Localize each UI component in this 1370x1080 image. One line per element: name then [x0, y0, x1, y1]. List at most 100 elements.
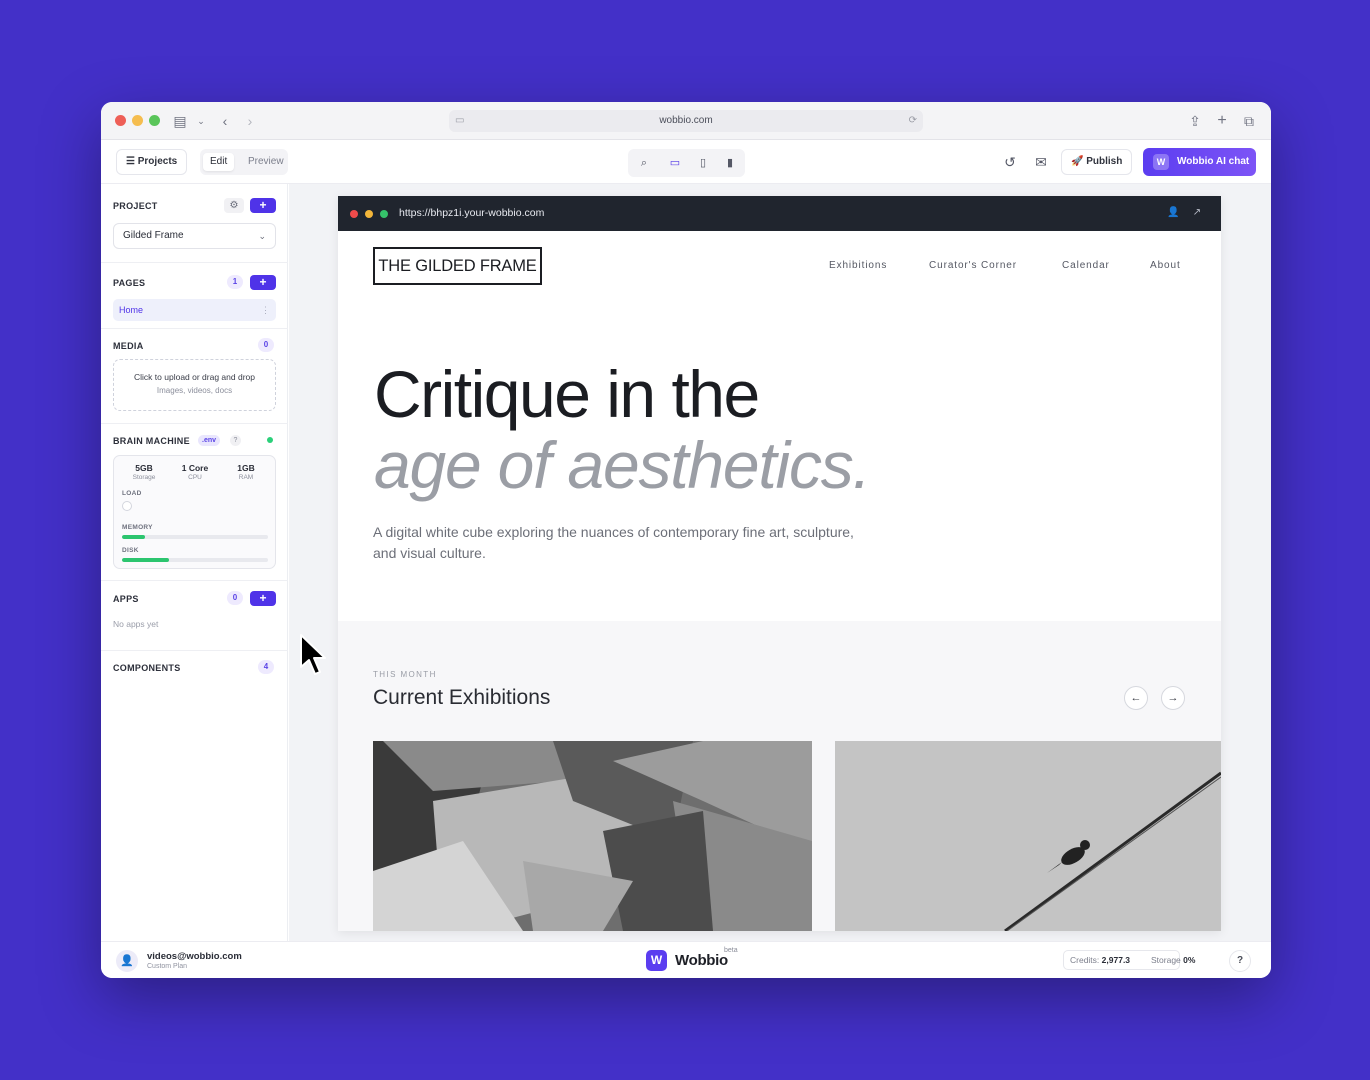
- preview-url[interactable]: https://bhpz1i.your-wobbio.com: [399, 196, 544, 231]
- device-switcher: ⌕ ▭ ▯ ▮: [628, 149, 745, 177]
- hero-subtitle: A digital white cube exploring the nuanc…: [373, 524, 854, 561]
- nav-curators-corner[interactable]: Curator's Corner: [929, 260, 1017, 271]
- stat-value: 1GB: [237, 463, 255, 473]
- beta-badge: beta: [724, 947, 738, 954]
- mail-icon[interactable]: ✉: [1032, 153, 1050, 171]
- exhibition-card-bird[interactable]: [835, 741, 1221, 931]
- minimize-window-button[interactable]: [132, 115, 143, 126]
- address-bar[interactable]: ▭ wobbio.com ⟳: [449, 110, 923, 132]
- search-icon[interactable]: ⌕: [635, 154, 653, 172]
- divider: [101, 262, 288, 263]
- section-title: Current Exhibitions: [373, 686, 551, 709]
- tablet-view-icon[interactable]: ▯: [694, 154, 712, 172]
- hero-heading-italic: age of aesthetics.: [374, 428, 871, 502]
- user-plan: Custom Plan: [147, 963, 188, 970]
- nav-exhibitions[interactable]: Exhibitions: [829, 260, 887, 271]
- preview-tab[interactable]: Preview: [241, 153, 291, 171]
- back-arrow-icon[interactable]: ‹: [216, 112, 234, 130]
- brain-machine-title: BRAIN MACHINE: [113, 436, 190, 446]
- components-section-title[interactable]: COMPONENTS: [113, 663, 181, 673]
- disk-label: DISK: [122, 547, 139, 554]
- memory-bar: [122, 535, 268, 539]
- divider: [101, 650, 288, 651]
- edit-tab[interactable]: Edit: [203, 153, 235, 171]
- divider: [101, 328, 288, 329]
- avatar[interactable]: 👤: [116, 950, 138, 972]
- site-preview[interactable]: https://bhpz1i.your-wobbio.com 👤 ↗ THE G…: [338, 196, 1221, 931]
- ai-chat-label: Wobbio AI chat: [1177, 156, 1250, 167]
- page-menu-icon[interactable]: ▭: [455, 110, 464, 132]
- apps-section-title: APPS: [113, 594, 139, 604]
- memory-bar-fill: [122, 535, 146, 539]
- stat-value: 5GB: [135, 463, 153, 473]
- edit-preview-toggle: Edit Preview: [200, 149, 288, 175]
- media-section-title: MEDIA: [113, 341, 144, 351]
- sidebar-item-home[interactable]: Home ⋮: [113, 299, 276, 321]
- help-icon[interactable]: ?: [230, 435, 241, 446]
- disk-bar-fill: [122, 558, 169, 562]
- exhibitions-section: THIS MONTH Current Exhibitions ← →: [338, 621, 1221, 931]
- storage-stat: 5GB Storage: [121, 463, 167, 481]
- add-project-button[interactable]: +: [250, 198, 276, 213]
- stat-label: Storage: [132, 474, 156, 481]
- preview-window-dots: [350, 210, 388, 218]
- forward-arrow-icon[interactable]: ›: [241, 112, 259, 130]
- close-window-button[interactable]: [115, 115, 126, 126]
- arrow-left-icon[interactable]: ←: [1124, 686, 1148, 710]
- gear-icon[interactable]: ⚙: [224, 198, 244, 213]
- desktop-view-icon[interactable]: ▭: [666, 154, 684, 172]
- pages-section-title: PAGES: [113, 278, 146, 288]
- mobile-view-icon[interactable]: ▮: [721, 154, 739, 172]
- editor-canvas: https://bhpz1i.your-wobbio.com 👤 ↗ THE G…: [289, 184, 1271, 941]
- project-select-value: Gilded Frame: [123, 230, 184, 241]
- new-tab-icon[interactable]: +: [1213, 112, 1231, 130]
- reload-icon[interactable]: ⟳: [909, 110, 917, 132]
- bird-on-wire-image: [835, 741, 1221, 931]
- abstract-paper-image: [373, 741, 812, 931]
- exhibition-card-abstract[interactable]: [373, 741, 812, 931]
- chevron-down-icon[interactable]: ⌄: [192, 112, 210, 130]
- zoom-window-button[interactable]: [149, 115, 160, 126]
- help-button[interactable]: ?: [1229, 950, 1251, 972]
- apps-count-badge: 0: [227, 591, 243, 605]
- credits-value: 2,977.3: [1101, 955, 1131, 965]
- browser-window: ▤ ⌄ ‹ › ▭ wobbio.com ⟳ ⇪ + ⧉ ☰ Projects …: [101, 102, 1271, 978]
- chevron-down-icon: ⌄: [258, 231, 266, 241]
- no-apps-text: No apps yet: [113, 619, 159, 629]
- external-link-icon[interactable]: ↗: [1191, 207, 1203, 219]
- storage-label: Storage: [1151, 955, 1181, 965]
- add-app-button[interactable]: +: [250, 591, 276, 606]
- nav-about[interactable]: About: [1150, 260, 1181, 271]
- publish-button[interactable]: 🚀 Publish: [1061, 149, 1133, 175]
- env-tag[interactable]: .env: [198, 435, 221, 446]
- nav-calendar[interactable]: Calendar: [1062, 260, 1110, 271]
- more-options-icon[interactable]: ⋮: [261, 299, 270, 321]
- projects-button[interactable]: ☰ Projects: [116, 149, 188, 175]
- user-icon[interactable]: 👤: [1167, 207, 1179, 219]
- arrow-right-icon[interactable]: →: [1161, 686, 1185, 710]
- publish-label: Publish: [1086, 156, 1123, 167]
- share-icon[interactable]: ⇪: [1186, 112, 1204, 130]
- ai-chat-button[interactable]: W Wobbio AI chat: [1143, 148, 1256, 176]
- credits-label: Credits:: [1070, 955, 1100, 965]
- load-label: LOAD: [122, 490, 142, 497]
- load-indicator: [122, 501, 132, 511]
- site-logo[interactable]: THE GILDED FRAME: [373, 247, 542, 285]
- media-upload-dropzone[interactable]: Click to upload or drag and drop Images,…: [113, 359, 276, 411]
- project-section-title: PROJECT: [113, 201, 158, 211]
- wobbio-logo-icon: W: [646, 950, 667, 971]
- add-page-button[interactable]: +: [250, 275, 276, 290]
- media-count-badge: 0: [258, 338, 274, 352]
- disk-bar: [122, 558, 268, 562]
- upload-subtext: Images, videos, docs: [156, 386, 233, 395]
- menu-icon: ☰: [126, 156, 135, 167]
- storage-indicator: Storage 0%: [1151, 950, 1213, 970]
- sidebar-toggle-icon[interactable]: ▤: [171, 112, 189, 130]
- storage-value: 0%: [1183, 955, 1196, 965]
- project-select[interactable]: Gilded Frame ⌄: [113, 223, 276, 249]
- page-item-label: Home: [119, 305, 144, 315]
- history-icon[interactable]: ↺: [1001, 153, 1019, 171]
- status-dot: [267, 437, 273, 443]
- ram-stat: 1GB RAM: [223, 463, 269, 481]
- tab-overview-icon[interactable]: ⧉: [1240, 112, 1258, 130]
